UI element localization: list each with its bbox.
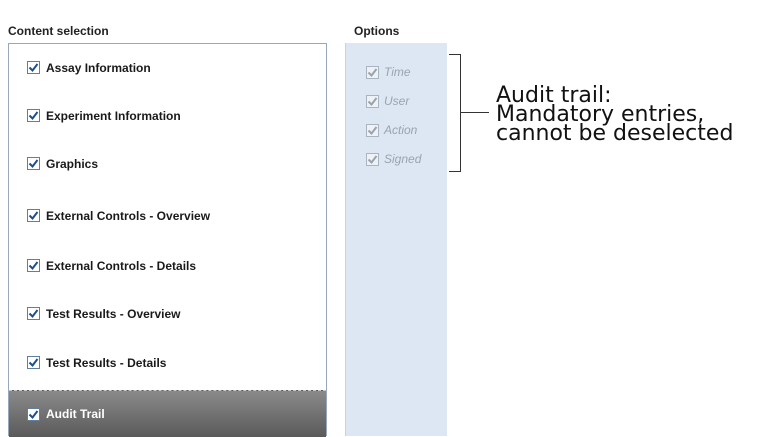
annotation-line-3: cannot be deselected	[496, 121, 734, 146]
time-checkbox	[366, 65, 379, 79]
list-item-label: Graphics	[46, 156, 99, 171]
test-results-details-checkbox[interactable]	[27, 356, 40, 369]
checkmark-icon	[28, 211, 39, 221]
content-selection-header: Content selection	[8, 24, 109, 38]
options-panel: Time User Action Signed	[345, 43, 447, 436]
option-label: Action	[384, 123, 418, 137]
checkmark-icon	[367, 67, 378, 77]
checkmark-icon	[28, 63, 39, 73]
list-item-test-results-overview[interactable]: Test Results - Overview	[9, 290, 326, 337]
content-selection-list: Assay Information Experiment Information…	[8, 43, 327, 437]
action-checkbox	[366, 123, 379, 137]
option-label: Signed	[384, 152, 422, 166]
option-time: Time	[366, 62, 411, 82]
list-item-label: Assay Information	[46, 60, 151, 75]
list-item-external-controls-overview[interactable]: External Controls - Overview	[9, 192, 326, 239]
list-item-label: External Controls - Overview	[46, 208, 211, 223]
list-item-graphics[interactable]: Graphics	[9, 140, 326, 187]
options-header: Options	[354, 24, 400, 38]
audit-trail-checkbox[interactable]	[27, 407, 40, 421]
checkmark-icon	[28, 111, 39, 121]
user-checkbox	[366, 94, 379, 108]
experiment-information-checkbox[interactable]	[27, 109, 40, 122]
checkmark-icon	[28, 309, 39, 319]
list-item-label: Audit Trail	[46, 407, 105, 421]
list-item-label: Test Results - Details	[46, 355, 167, 370]
list-item-test-results-details[interactable]: Test Results - Details	[9, 339, 326, 386]
option-user: User	[366, 91, 409, 111]
list-item-experiment-information[interactable]: Experiment Information	[9, 92, 326, 139]
annotation-bracket	[449, 54, 461, 172]
external-controls-details-checkbox[interactable]	[27, 259, 40, 272]
list-item-label: Test Results - Overview	[46, 306, 181, 321]
audit-trail-annotation: Audit trail: Mandatory entries, cannot b…	[496, 85, 734, 146]
option-label: User	[384, 94, 410, 108]
assay-information-checkbox[interactable]	[27, 61, 40, 74]
list-item-audit-trail[interactable]: Audit Trail	[9, 390, 326, 437]
list-item-external-controls-details[interactable]: External Controls - Details	[9, 242, 326, 289]
option-label: Time	[384, 65, 411, 79]
external-controls-overview-checkbox[interactable]	[27, 209, 40, 222]
checkmark-icon	[28, 358, 39, 368]
checkmark-icon	[28, 261, 39, 271]
graphics-checkbox[interactable]	[27, 157, 40, 170]
option-action: Action	[366, 120, 417, 140]
signed-checkbox	[366, 152, 379, 166]
checkmark-icon	[367, 96, 378, 106]
checkmark-icon	[28, 409, 39, 419]
list-item-label: Experiment Information	[46, 108, 181, 123]
checkmark-icon	[367, 125, 378, 135]
list-item-label: External Controls - Details	[46, 258, 197, 273]
checkmark-icon	[367, 154, 378, 164]
test-results-overview-checkbox[interactable]	[27, 307, 40, 320]
list-item-assay-information[interactable]: Assay Information	[9, 44, 326, 91]
annotation-leader-line	[461, 112, 489, 113]
option-signed: Signed	[366, 149, 421, 169]
checkmark-icon	[28, 159, 39, 169]
